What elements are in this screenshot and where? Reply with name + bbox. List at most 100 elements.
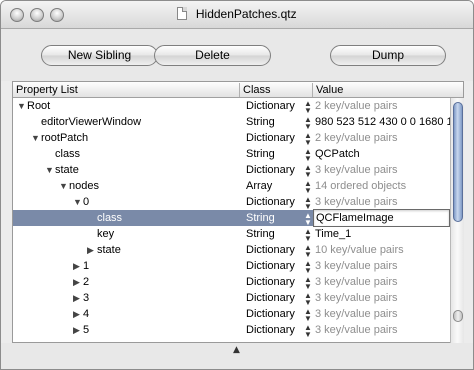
row-value-cell[interactable]: 3 key/value pairs xyxy=(315,194,450,210)
row-key-cell: ▶ state xyxy=(13,242,240,258)
row-class-cell[interactable]: Dictionary xyxy=(246,274,306,290)
row-key-label: class xyxy=(97,212,123,224)
table-row[interactable]: ▼state Dictionary ▲ ▼ 3 key/value pairs xyxy=(13,162,450,179)
row-class-cell[interactable]: Dictionary xyxy=(246,258,306,274)
window-title-wrap: HiddenPatches.qtz xyxy=(1,7,473,21)
row-key-label: key xyxy=(97,228,115,240)
table-row[interactable]: ▶ 2 Dictionary ▲ ▼ 3 key/value pairs xyxy=(13,274,450,291)
split-grip-icon[interactable]: ▲ xyxy=(233,345,240,355)
row-value-cell[interactable]: Time_1 xyxy=(315,226,450,242)
vertical-scrollbar[interactable] xyxy=(450,98,464,344)
row-value-cell[interactable]: 2 key/value pairs xyxy=(315,98,450,114)
disclosure-open-icon[interactable]: ▼ xyxy=(17,98,27,114)
disclosure-open-icon[interactable]: ▼ xyxy=(31,130,41,146)
table-rows: ▼Root Dictionary ▲ ▼ 2 key/value pairs editor… xyxy=(13,98,450,344)
table-row[interactable]: ▶ 5 Dictionary ▲ ▼ 3 key/value pairs xyxy=(13,322,450,340)
row-value-cell[interactable]: 3 key/value pairs xyxy=(315,258,450,274)
table-row[interactable]: key String ▲ ▼ Time_1 xyxy=(13,226,450,243)
row-key-cell: ▶ 2 xyxy=(13,274,240,290)
row-key-label: 1 xyxy=(83,260,90,272)
row-key-cell: ▼Root xyxy=(13,98,240,114)
row-value-cell[interactable]: 10 key/value pairs xyxy=(315,242,450,258)
document-icon xyxy=(177,7,188,20)
row-class-cell[interactable]: Array xyxy=(246,178,306,194)
row-class-cell[interactable]: Dictionary xyxy=(246,322,306,338)
disclosure-open-icon[interactable]: ▼ xyxy=(73,194,83,210)
table-row[interactable]: editorViewerWindow String ▲ ▼ 980 523 512 43… xyxy=(13,114,450,131)
disclosure-open-icon[interactable]: ▼ xyxy=(59,178,69,194)
row-value-cell[interactable]: 3 key/value pairs xyxy=(315,162,450,178)
toolbar: New Sibling Delete Dump xyxy=(1,29,473,81)
value-edit-field[interactable]: QCFlameImage xyxy=(313,209,450,227)
table-row[interactable]: class String ▲ ▼ QCPatch xyxy=(13,146,450,163)
row-key-cell: ▶ 3 xyxy=(13,290,240,306)
row-key-cell: ▼0 xyxy=(13,194,240,210)
delete-button[interactable]: Delete xyxy=(154,45,271,66)
row-class-cell[interactable]: Dictionary xyxy=(246,194,306,210)
title-bar[interactable]: HiddenPatches.qtz xyxy=(1,1,473,29)
row-class-cell[interactable]: String xyxy=(246,226,306,242)
row-key-label: editorViewerWindow xyxy=(41,116,142,128)
disclosure-closed-icon[interactable]: ▶ xyxy=(73,306,83,322)
row-value-cell[interactable]: 3 key/value pairs xyxy=(315,274,450,290)
table-row[interactable]: ▼Root Dictionary ▲ ▼ 2 key/value pairs xyxy=(13,98,450,115)
row-value-cell[interactable]: 980 523 512 430 0 0 1680 1 xyxy=(315,114,450,130)
row-class-cell[interactable]: String xyxy=(246,210,306,226)
disclosure-closed-icon[interactable]: ▶ xyxy=(73,322,83,338)
row-key-cell: ▶ 5 xyxy=(13,322,240,338)
row-key-label: state xyxy=(97,244,121,256)
row-class-cell[interactable]: String xyxy=(246,114,306,130)
scroll-arrow-buttons[interactable] xyxy=(453,310,463,322)
column-header-property-list[interactable]: Property List xyxy=(13,83,240,97)
row-key-cell: key xyxy=(13,226,240,242)
row-class-cell[interactable]: Dictionary xyxy=(246,98,306,114)
bottom-bar: ▲ xyxy=(1,343,473,369)
new-sibling-button[interactable]: New Sibling xyxy=(41,45,158,66)
table-row[interactable]: ▶ state Dictionary ▲ ▼ 10 key/value pairs xyxy=(13,242,450,259)
column-header-class[interactable]: Class xyxy=(240,83,313,97)
disclosure-closed-icon[interactable]: ▶ xyxy=(73,258,83,274)
table-row[interactable]: ▼rootPatch Dictionary ▲ ▼ 2 key/value pairs xyxy=(13,130,450,147)
row-key-cell: class xyxy=(13,210,240,226)
row-value-cell[interactable]: QCPatch xyxy=(315,146,450,162)
row-key-label: 5 xyxy=(83,324,90,336)
row-class-cell[interactable]: Dictionary xyxy=(246,290,306,306)
row-class-cell[interactable]: Dictionary xyxy=(246,306,306,322)
window-title: HiddenPatches.qtz xyxy=(195,7,297,21)
row-value-cell[interactable]: 3 key/value pairs xyxy=(315,306,450,322)
scroll-thumb[interactable] xyxy=(453,102,463,222)
table-row[interactable]: ▶ 3 Dictionary ▲ ▼ 3 key/value pairs xyxy=(13,290,450,307)
row-key-label: rootPatch xyxy=(41,132,89,144)
up-down-stepper-icon[interactable]: ▲ ▼ xyxy=(304,324,312,340)
row-value-cell[interactable]: 14 ordered objects xyxy=(315,178,450,194)
row-key-cell: editorViewerWindow xyxy=(13,114,240,130)
row-class-cell[interactable]: String xyxy=(246,146,306,162)
table-row[interactable]: ▶ 1 Dictionary ▲ ▼ 3 key/value pairs xyxy=(13,258,450,275)
row-value-cell[interactable]: 2 key/value pairs xyxy=(315,130,450,146)
row-key-label: 3 xyxy=(83,292,90,304)
row-class-cell[interactable]: Dictionary xyxy=(246,162,306,178)
column-header-value[interactable]: Value xyxy=(313,83,450,97)
row-class-cell[interactable]: Dictionary xyxy=(246,242,306,258)
table-row[interactable]: ▼nodes Array ▲ ▼ 14 ordered objects xyxy=(13,178,450,195)
row-class-cell[interactable]: Dictionary xyxy=(246,130,306,146)
property-list-table: Property List Class Value ▼Root Dictionar… xyxy=(12,81,464,344)
row-key-label: class xyxy=(55,148,81,160)
row-key-cell: ▼state xyxy=(13,162,240,178)
row-key-label: 4 xyxy=(83,308,90,320)
row-key-cell: class xyxy=(13,146,240,162)
table-row[interactable]: ▶ 4 Dictionary ▲ ▼ 3 key/value pairs xyxy=(13,306,450,323)
row-key-label: Root xyxy=(27,100,51,112)
disclosure-open-icon[interactable]: ▼ xyxy=(45,162,55,178)
row-value-cell[interactable]: 3 key/value pairs xyxy=(315,322,450,338)
disclosure-closed-icon[interactable]: ▶ xyxy=(73,290,83,306)
disclosure-closed-icon[interactable]: ▶ xyxy=(73,274,83,290)
disclosure-closed-icon[interactable]: ▶ xyxy=(87,242,97,258)
row-key-label: 2 xyxy=(83,276,90,288)
dump-button[interactable]: Dump xyxy=(330,45,446,66)
row-key-label: nodes xyxy=(69,180,99,192)
table-row[interactable]: class String ▲ ▼ QCFlameImage xyxy=(13,209,450,227)
table-header: Property List Class Value xyxy=(13,82,463,98)
row-value-cell[interactable]: 3 key/value pairs xyxy=(315,290,450,306)
table-row[interactable]: ▼0 Dictionary ▲ ▼ 3 key/value pairs xyxy=(13,194,450,211)
